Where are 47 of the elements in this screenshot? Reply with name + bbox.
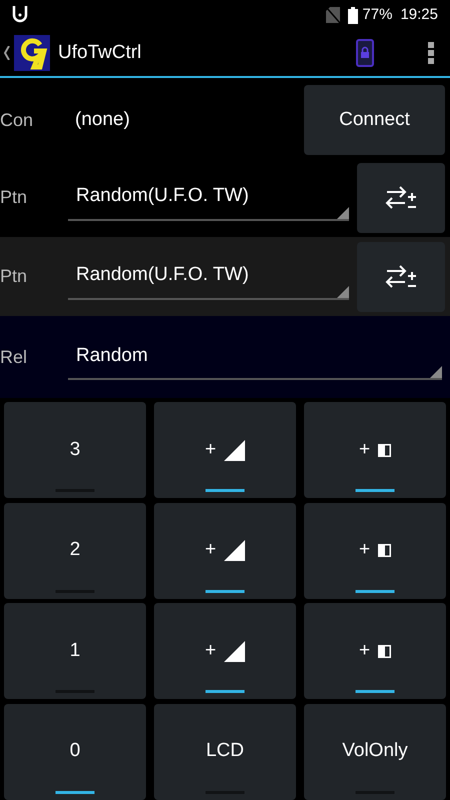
signal-icon [224,640,246,662]
app-logo-icon [14,35,50,71]
toggle-button[interactable]: + [304,603,446,699]
pattern-label: Ptn [0,186,28,209]
toggle-button[interactable]: + [154,502,296,598]
connection-value: (none) [75,108,131,132]
swap-icon [385,186,417,210]
toggle-button[interactable]: + [154,402,296,498]
dropdown[interactable]: Random(U.F.O. TW) [68,254,349,300]
contrast-icon [378,644,392,658]
battery-percent: 77% [362,4,392,25]
swap-button[interactable] [357,162,445,232]
no-sim-icon [326,7,340,23]
contrast-icon [378,544,392,557]
app-notification-icon [12,6,28,24]
swap-icon [385,264,417,288]
lock-phone-icon[interactable] [356,39,374,67]
connection-label: Con [0,108,34,132]
toggle-button[interactable]: 2 [4,502,146,598]
contrast-icon [378,444,392,456]
signal-icon [224,440,246,460]
toggle-button[interactable]: 1 [4,603,146,699]
toggle-button[interactable]: 0 [4,704,146,800]
dropdown[interactable]: Random(U.F.O. TW) [68,174,349,220]
toggle-button[interactable]: 3 [4,402,146,498]
dropdown-value: Random [76,344,148,368]
dropdown-value: Random(U.F.O. TW) [76,184,249,208]
dropdown[interactable]: Random [68,334,442,380]
toggle-button[interactable]: + [154,603,296,699]
dropdown-corner-icon [337,206,349,218]
overflow-menu-icon[interactable] [428,42,434,64]
pattern-label: Ptn [0,265,28,288]
toggle-button[interactable]: LCD [154,704,296,800]
connect-button[interactable]: Connect [304,85,445,155]
clock: 19:25 [400,4,438,25]
dropdown-corner-icon [430,366,442,378]
dropdown-corner-icon [337,286,349,298]
back-chevron-icon[interactable] [4,46,10,60]
toggle-button[interactable]: + [304,502,446,598]
dropdown-value: Random(U.F.O. TW) [76,263,249,288]
app-title: UfoTwCtrl [58,40,142,65]
battery-icon [348,6,358,24]
toggle-button[interactable]: VolOnly [304,704,446,800]
toggle-button[interactable]: + [304,402,446,498]
relation-label: Rel [0,346,28,368]
swap-button[interactable] [357,242,445,312]
signal-icon [224,540,246,561]
